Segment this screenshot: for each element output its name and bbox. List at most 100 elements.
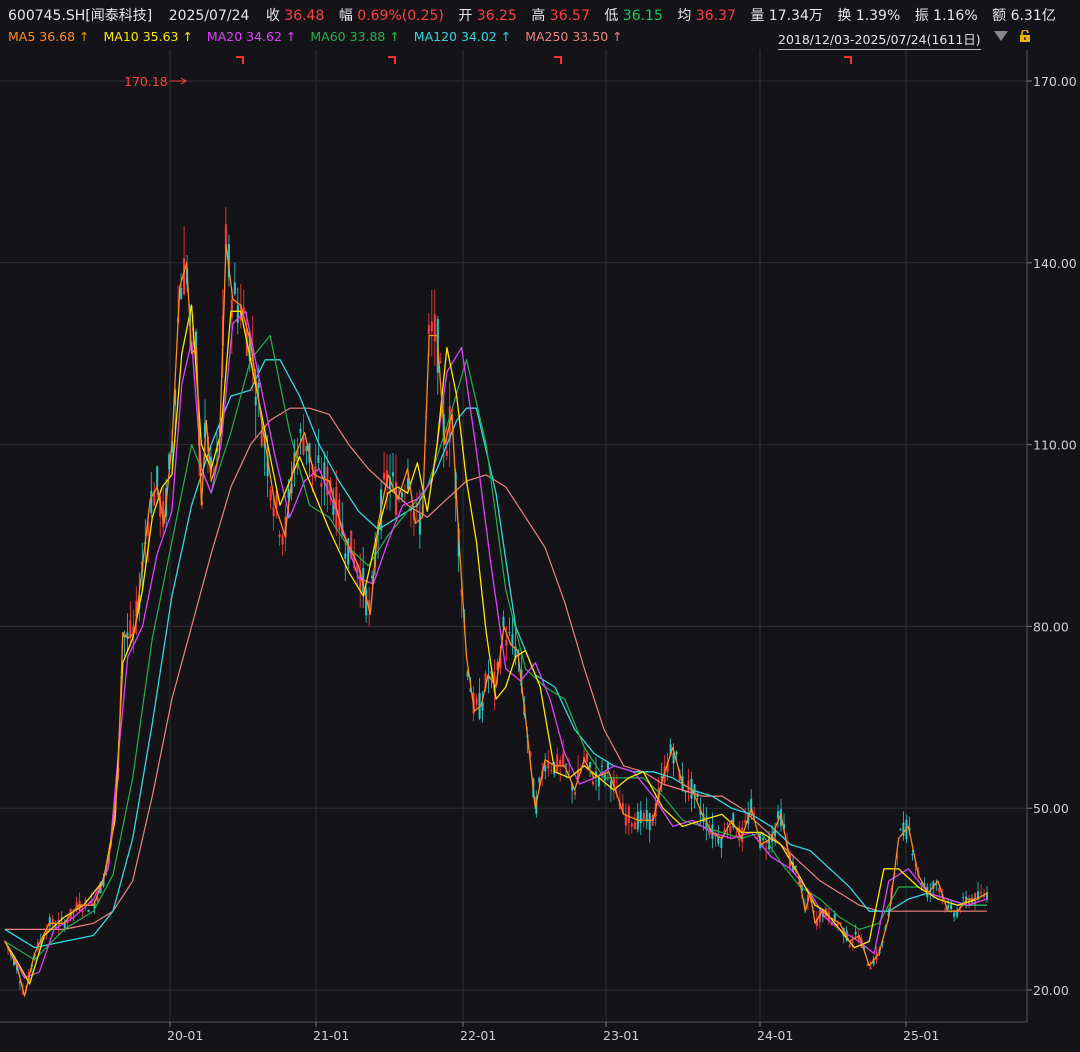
amount-value: 6.31亿: [1010, 8, 1056, 24]
avg-value: 36.37: [695, 8, 736, 24]
candle-body: [777, 811, 780, 819]
candle-body: [418, 513, 421, 535]
series-ma250: [5, 407, 987, 931]
open-value: 36.25: [476, 8, 517, 24]
candle-body: [550, 769, 553, 771]
event-marker: [844, 56, 852, 64]
high-label: 高: [531, 8, 546, 24]
ma60-legend: MA60 33.88 ↑: [310, 29, 400, 44]
candle-body: [302, 437, 305, 455]
chart-grid: [0, 50, 1027, 1022]
candle-body: [627, 806, 630, 823]
amplitude-label: 振: [914, 8, 929, 24]
series-ma5: [4, 243, 988, 997]
ma5-legend: MA5 36.68 ↑: [8, 29, 90, 44]
candle-body: [600, 765, 603, 767]
candle-body: [953, 912, 956, 917]
candle-body: [233, 282, 236, 295]
close-label: 收: [265, 8, 280, 24]
candle-body: [505, 640, 508, 646]
y-tick-label: 140.00: [1033, 256, 1077, 271]
candle-body: [765, 847, 768, 849]
x-tick-label: 22-01: [460, 1028, 496, 1043]
candle-body: [962, 897, 965, 899]
candle-body: [911, 854, 914, 856]
candle-body: [445, 450, 448, 457]
candle-body: [278, 534, 281, 538]
candle-body: [180, 288, 183, 299]
candle-body: [565, 764, 568, 766]
stock-symbol: 600745.SH[闻泰科技]: [8, 8, 153, 24]
candle-body: [433, 314, 436, 342]
candle-body: [269, 489, 272, 501]
candle-body: [344, 553, 347, 559]
y-tick-label: 170.00: [1033, 74, 1077, 89]
x-tick-label: 24-01: [757, 1028, 793, 1043]
candle-body: [851, 942, 854, 944]
chart-markers: 170.18: [124, 56, 852, 89]
candle-body: [944, 908, 947, 910]
x-tick-label: 25-01: [903, 1028, 939, 1043]
ma10-legend: MA10 35.63 ↑: [103, 29, 193, 44]
candle-body: [156, 466, 159, 487]
change-value: 0.69%(0.25): [357, 8, 444, 24]
candle-body: [317, 455, 320, 463]
candle-body: [430, 321, 433, 332]
candle-body: [869, 967, 872, 970]
chart-axes: 170.00 140.00 110.00 80.00 50.00 20.00 20-01 21…: [0, 50, 1077, 1043]
ma120-legend: MA120 34.02 ↑: [413, 29, 512, 44]
lock-icon[interactable]: [1019, 30, 1031, 42]
candle-body: [254, 396, 257, 406]
volume-label: 量: [750, 8, 765, 24]
candle-body: [556, 754, 559, 772]
candle-body: [439, 361, 442, 363]
ma250-legend: MA250 33.50 ↑: [525, 29, 623, 44]
candle-body: [648, 812, 651, 831]
y-tick-label: 20.00: [1033, 983, 1069, 998]
candle-body: [630, 823, 633, 827]
candle-body: [236, 305, 239, 323]
candle-body: [508, 631, 511, 634]
candle-body: [392, 472, 395, 477]
candle-body: [427, 325, 430, 334]
candle-body: [260, 431, 263, 447]
amplitude-value: 1.16%: [933, 8, 978, 24]
candle-body: [899, 829, 902, 831]
candle-body: [272, 507, 275, 517]
volume-value: 17.34万: [768, 8, 823, 24]
y-tick-label: 80.00: [1033, 619, 1069, 634]
quote-date: 2025/07/24: [168, 8, 250, 24]
candle-body: [642, 813, 645, 820]
candle-body: [729, 826, 732, 833]
date-range-selector[interactable]: 2018/12/03-2025/07/24(1611日): [778, 29, 981, 50]
candle-body: [320, 482, 323, 487]
x-tick-label: 20-01: [167, 1028, 203, 1043]
candle-body: [257, 382, 260, 388]
candle-body: [794, 865, 797, 867]
candle-body: [592, 781, 595, 785]
candle-body: [589, 762, 592, 768]
x-tick-label: 23-01: [603, 1028, 639, 1043]
y-tick-label: 50.00: [1033, 801, 1069, 816]
high-value: 36.57: [549, 8, 590, 24]
candle-body: [947, 905, 950, 909]
y-tick-label: 110.00: [1033, 438, 1077, 453]
candle-body: [762, 838, 765, 841]
chart-header: 600745.SH[闻泰科技] 2025/07/24 收 36.48 幅 0.6…: [0, 0, 1080, 50]
candle-body: [980, 892, 983, 894]
candle-body: [400, 492, 403, 498]
close-value: 36.48: [284, 8, 325, 24]
amount-label: 额: [992, 8, 1007, 24]
ma-lines: [4, 243, 988, 997]
event-marker: [388, 56, 396, 64]
series-ma60: [4, 334, 987, 961]
event-marker: [554, 56, 562, 64]
candle-body: [475, 698, 478, 705]
dropdown-triangle-icon[interactable]: [994, 31, 1008, 41]
candle-body: [639, 810, 642, 824]
max-price-label: 170.18: [124, 74, 168, 89]
candle-body: [87, 910, 90, 913]
candle-body: [854, 931, 857, 935]
event-marker: [236, 56, 244, 64]
candle-body: [574, 791, 577, 795]
